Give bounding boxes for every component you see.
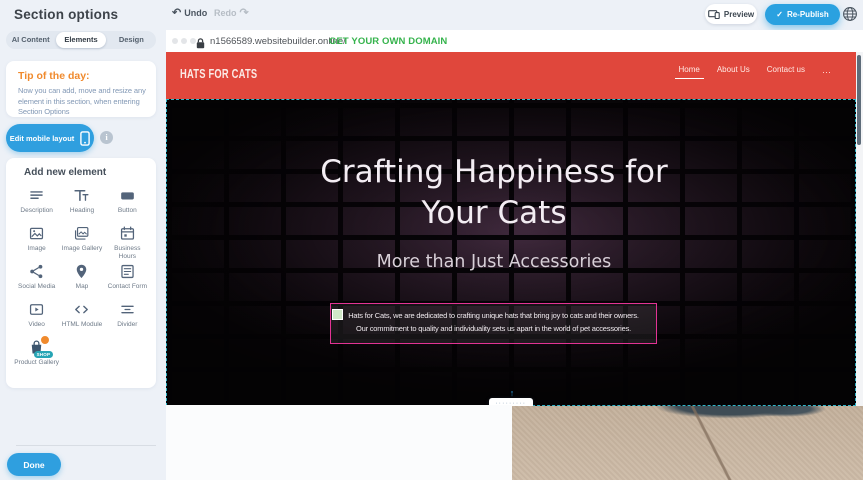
carpet-photo	[512, 406, 863, 480]
description-icon	[27, 186, 46, 205]
info-button[interactable]: i	[100, 131, 113, 144]
tab-ai-content[interactable]: AI Content	[6, 32, 55, 48]
element-item-image-gallery[interactable]: Image Gallery	[59, 224, 104, 262]
window-dot	[172, 38, 178, 44]
image-icon	[27, 224, 46, 243]
nav-more-icon[interactable]: ⋯	[822, 67, 830, 78]
hero-content: Crafting Happiness for Your Cats More th…	[167, 100, 821, 405]
hero-heading[interactable]: Crafting Happiness for Your Cats	[294, 152, 694, 234]
window-dot	[181, 38, 187, 44]
next-section-panel	[166, 405, 512, 480]
element-item-image[interactable]: Image	[14, 224, 59, 262]
button-icon	[118, 186, 137, 205]
sidebar-divider	[16, 445, 156, 446]
divider-icon	[118, 300, 137, 319]
element-item-heading[interactable]: Heading	[59, 186, 104, 224]
business-hours-icon	[118, 224, 137, 243]
redo-button[interactable]: Redo ↷	[214, 8, 249, 18]
republish-button[interactable]: ✓ Re-Publish	[765, 4, 840, 25]
map-icon	[72, 262, 91, 281]
sidebar-tabs: AI Content Elements Design	[6, 31, 156, 49]
contact-form-icon	[118, 262, 137, 281]
section-options-editor: Section options ↶ Undo Redo ↷ Preview ✓ …	[0, 0, 863, 480]
site-logo[interactable]: HATS FOR CATS	[180, 66, 257, 81]
element-item-divider[interactable]: Divider	[105, 300, 150, 338]
hero-body: Hats for Cats, we are dedicated to craft…	[331, 309, 656, 335]
site-header: HATS FOR CATS Home About Us Contact us ⋯	[166, 52, 856, 99]
hero-body-line2: Our commitment to quality and individual…	[331, 322, 656, 335]
preview-label: Preview	[724, 10, 754, 19]
element-grid: Description Heading Button Image	[14, 186, 150, 376]
element-item-map[interactable]: Map	[59, 262, 104, 300]
republish-label: Re-Publish	[787, 10, 829, 19]
html-module-icon	[72, 300, 91, 319]
image-gallery-icon	[72, 224, 91, 243]
element-item-contact-form[interactable]: Contact Form	[105, 262, 150, 300]
element-item-button[interactable]: Button	[105, 186, 150, 224]
info-icon: i	[105, 132, 107, 142]
globe-icon	[842, 6, 858, 22]
devices-icon	[708, 10, 720, 19]
undo-icon: ↶	[172, 8, 181, 18]
heading-icon	[72, 186, 91, 205]
resize-arrow-up-icon: ↑	[506, 389, 518, 397]
nav-contact-us[interactable]: Contact us	[767, 65, 805, 79]
done-button[interactable]: Done	[7, 453, 61, 476]
site-nav: Home About Us Contact us ⋯	[679, 65, 831, 79]
add-element-title: Add new element	[24, 167, 106, 178]
video-icon	[27, 300, 46, 319]
nav-about-us[interactable]: About Us	[717, 65, 750, 79]
tip-title: Tip of the day:	[18, 70, 90, 82]
site-url[interactable]: n1566589.websitebuilder.online/	[210, 36, 346, 47]
hero-text-box-selected[interactable]: Hats for Cats, we are dedicated to craft…	[330, 303, 657, 344]
edit-mobile-label: Edit mobile layout	[10, 134, 75, 143]
undo-button[interactable]: ↶ Undo	[172, 8, 207, 18]
element-item-html-module[interactable]: HTML Module	[59, 300, 104, 338]
phone-icon	[80, 131, 90, 146]
preview-scrollbar-thumb[interactable]	[857, 55, 861, 145]
hero-subheading[interactable]: More than Just Accessories	[294, 252, 694, 272]
hero-body-line1: Hats for Cats, we are dedicated to craft…	[331, 309, 656, 322]
element-item-description[interactable]: Description	[14, 186, 59, 224]
undo-label: Undo	[184, 8, 207, 18]
edit-mobile-layout-button[interactable]: Edit mobile layout	[6, 124, 94, 152]
tab-design[interactable]: Design	[107, 32, 156, 48]
element-item-social-media[interactable]: Social Media	[14, 262, 59, 300]
language-globe-button[interactable]	[842, 6, 858, 22]
get-domain-link[interactable]: GET YOUR OWN DOMAIN	[329, 36, 447, 47]
preview-button[interactable]: Preview	[705, 4, 757, 24]
tip-body: Now you can add, move and resize any ele…	[18, 86, 146, 118]
shop-badge: SHOP	[34, 351, 54, 358]
hero-section[interactable]: Crafting Happiness for Your Cats More th…	[166, 99, 856, 406]
tab-elements[interactable]: Elements	[56, 32, 105, 48]
redo-label: Redo	[214, 8, 237, 18]
new-feature-dot	[40, 335, 50, 345]
check-icon: ✓	[776, 10, 783, 19]
element-item-business-hours[interactable]: Business Hours	[105, 224, 150, 262]
nav-home[interactable]: Home	[679, 65, 700, 79]
element-item-video[interactable]: Video	[14, 300, 59, 338]
element-item-product-gallery[interactable]: SHOP Product Gallery	[14, 338, 59, 376]
page-title: Section options	[14, 7, 118, 22]
social-media-icon	[27, 262, 46, 281]
redo-icon: ↷	[240, 8, 249, 18]
